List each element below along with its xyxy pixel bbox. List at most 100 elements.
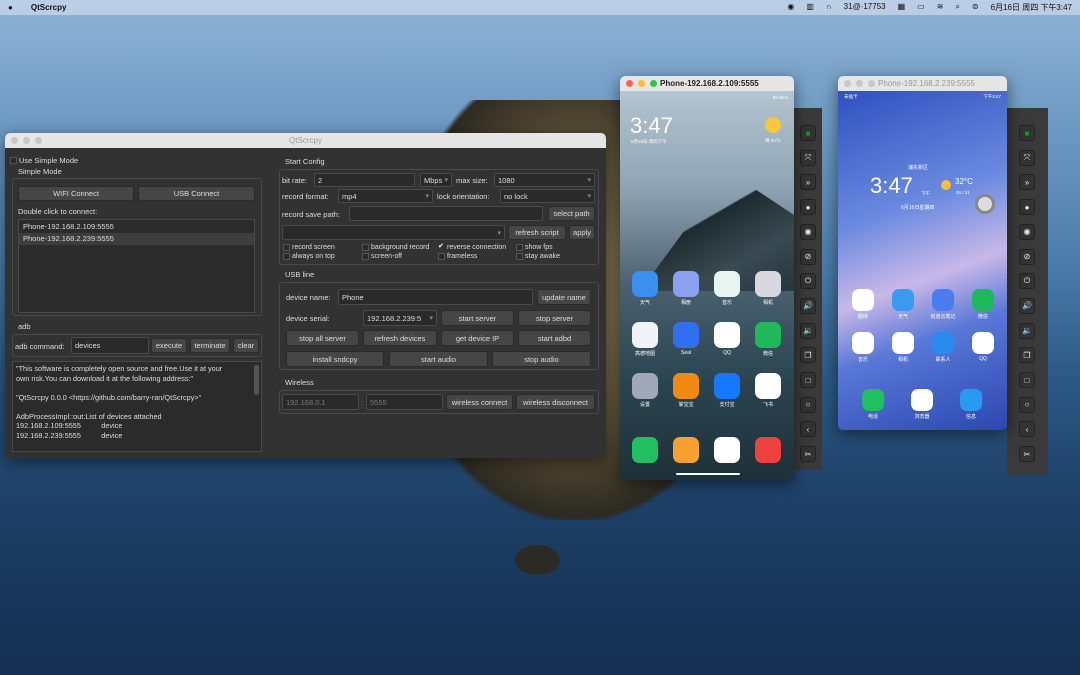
device-serial-select[interactable]: 192.168.2.239:5	[363, 310, 437, 326]
device-list-item[interactable]: Phone-192.168.2.109:5555	[19, 221, 254, 233]
checkbox-reverse-connection[interactable]: ✔ reverse connection	[438, 243, 506, 251]
app-switch-icon[interactable]: ■	[1019, 125, 1035, 141]
checkbox-box[interactable]: ✔	[438, 243, 445, 251]
checkbox-box[interactable]	[516, 244, 523, 251]
app-icon[interactable]: 有道云笔记	[930, 289, 956, 320]
screenshot-icon[interactable]: ✂	[800, 446, 816, 463]
lock-orientation-select[interactable]: no lock	[500, 189, 595, 203]
app-icon[interactable]: 音乐	[714, 271, 740, 306]
bit-rate-input[interactable]: 2	[314, 173, 415, 187]
adb-command-input[interactable]: devices	[71, 337, 149, 354]
phone1-title-bar[interactable]: Phone-192.168.2.109:5555	[620, 76, 794, 91]
dock-icon[interactable]: 浏览器	[909, 389, 935, 420]
select-path-button[interactable]: select path	[548, 206, 595, 221]
app-icon[interactable]: 天气	[890, 289, 916, 320]
checkbox-always-on-top[interactable]: always on top	[283, 253, 335, 260]
terminate-button[interactable]: terminate	[190, 338, 230, 353]
home-indicator[interactable]	[676, 473, 740, 475]
volume-down-icon[interactable]: 🔉	[800, 322, 816, 339]
log-scrollbar[interactable]	[254, 365, 259, 395]
back-icon[interactable]: ‹	[1019, 421, 1035, 438]
app-icon[interactable]: 飞书	[755, 373, 781, 408]
circle-home-icon[interactable]: ○	[800, 396, 816, 413]
minimize-button[interactable]	[856, 80, 863, 87]
checkbox-box[interactable]	[283, 253, 290, 260]
app-icon[interactable]: 相册	[673, 271, 699, 306]
start-adbd-button[interactable]: start adbd	[518, 330, 591, 346]
dock-icon[interactable]	[714, 437, 740, 463]
wifi-connect-button[interactable]: WIFI Connect	[18, 186, 134, 201]
checkbox-show-fps[interactable]: show fps	[516, 244, 553, 251]
control-center-icon[interactable]: ⊜	[972, 2, 979, 13]
checkbox-box[interactable]	[516, 253, 523, 260]
app-icon[interactable]: 支付宝	[714, 373, 740, 408]
search-icon[interactable]: ⌕	[955, 2, 959, 13]
fullscreen-icon[interactable]: ⤧	[1019, 149, 1035, 166]
app-switch-icon[interactable]: ❐	[800, 347, 816, 364]
app-icon[interactable]: 高德地图	[632, 322, 658, 357]
close-button[interactable]	[11, 137, 18, 144]
app-icon[interactable]: 音乐	[850, 332, 876, 363]
title-bar[interactable]: QtScrcpy	[5, 133, 606, 148]
menu-app-name[interactable]: QtScrcpy	[31, 3, 67, 12]
zoom-button[interactable]	[650, 80, 657, 87]
get-device-ip-button[interactable]: get device IP	[441, 330, 514, 346]
zoom-button[interactable]	[868, 80, 875, 87]
stop-all-server-button[interactable]: stop all server	[286, 330, 359, 346]
execute-button[interactable]: execute	[151, 338, 187, 353]
app-icon[interactable]: QQ	[714, 322, 740, 356]
zoom-button[interactable]	[35, 137, 42, 144]
screen-off-icon[interactable]: ⊘	[800, 248, 816, 265]
minimize-button[interactable]	[638, 80, 645, 87]
port-input[interactable]: 5555	[366, 394, 443, 410]
apply-button[interactable]: apply	[569, 225, 595, 240]
dock-icon[interactable]: 信息	[958, 389, 984, 420]
dock-icon[interactable]	[632, 437, 658, 463]
screenshot-icon[interactable]: ✂	[1019, 446, 1035, 463]
start-server-button[interactable]: start server	[441, 310, 514, 326]
record-save-path-input[interactable]	[349, 206, 543, 221]
dock-icon[interactable]	[673, 437, 699, 463]
touch-icon[interactable]: ●	[800, 199, 816, 216]
app-icon[interactable]: 微信	[755, 322, 781, 357]
fullscreen-icon[interactable]: ⤧	[800, 149, 816, 166]
android-icon[interactable]: ◉	[787, 2, 794, 13]
app-switch-icon[interactable]: ❐	[1019, 347, 1035, 364]
device-list[interactable]: Phone-192.168.2.109:5555 Phone-192.168.2…	[18, 219, 255, 313]
checkbox-box[interactable]	[438, 253, 445, 260]
screen-on-icon[interactable]: ◉	[800, 223, 816, 240]
max-size-select[interactable]: 1080	[494, 173, 595, 187]
app-icon[interactable]: 微信	[970, 289, 996, 320]
dock-icon[interactable]	[755, 437, 781, 463]
app-icon[interactable]: QQ	[970, 332, 996, 362]
usb-connect-button[interactable]: USB Connect	[138, 186, 255, 201]
phone1-screen[interactable]: 89.9K/s 3:47 6月16日 周四下午 晴 32°C 天气 相册 音乐 相机高…	[620, 91, 794, 480]
clock[interactable]: 6月16日 周四 下午3:47	[991, 2, 1072, 13]
checkbox-background-record[interactable]: background record	[362, 244, 429, 251]
stop-audio-button[interactable]: stop audio	[492, 351, 591, 367]
use-simple-mode-checkbox[interactable]: Use Simple Mode	[10, 156, 78, 165]
volume-down-icon[interactable]: 🔉	[1019, 322, 1035, 339]
app-icon[interactable]: 天气	[632, 271, 658, 306]
wireless-disconnect-button[interactable]: wireless disconnect	[516, 394, 595, 410]
touch-icon[interactable]: ●	[1019, 199, 1035, 216]
screen-off-icon[interactable]: ⊘	[1019, 248, 1035, 265]
app-icon[interactable]: Seal	[673, 322, 699, 356]
record-format-select[interactable]: mp4	[338, 189, 433, 203]
wireless-connect-button[interactable]: wireless connect	[446, 394, 513, 410]
bit-unit-select[interactable]: Mbps	[420, 173, 452, 187]
update-name-button[interactable]: update name	[537, 289, 591, 305]
stop-server-button[interactable]: stop server	[518, 310, 591, 326]
battery-icon[interactable]: ▭	[917, 2, 925, 13]
checkbox-record-screen[interactable]: record screen	[283, 244, 335, 251]
home-icon[interactable]: □	[1019, 372, 1035, 388]
grid-icon[interactable]: ▦	[898, 2, 906, 13]
log-output[interactable]: "This software is completely open source…	[12, 361, 262, 452]
headphones-icon[interactable]: ∩	[826, 2, 832, 13]
expand-notification-icon[interactable]: »	[800, 174, 816, 191]
device-name-input[interactable]: Phone	[338, 289, 533, 305]
phone2-title-bar[interactable]: Phone-192.168.2.239:5555	[838, 76, 1007, 91]
checkbox-frameless[interactable]: frameless	[438, 253, 477, 260]
minimize-button[interactable]	[23, 137, 30, 144]
cloud-status[interactable]: 31@·17753	[844, 2, 886, 13]
